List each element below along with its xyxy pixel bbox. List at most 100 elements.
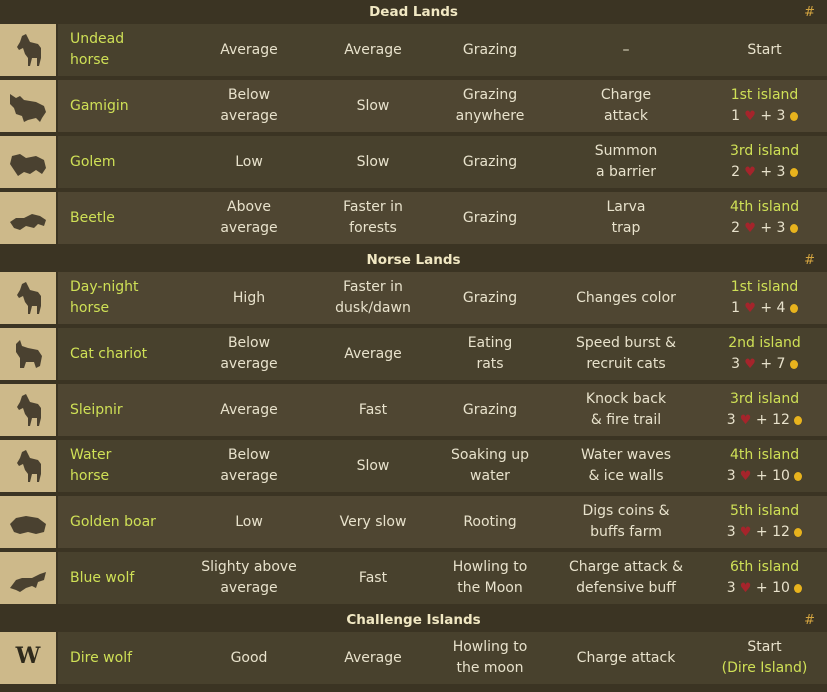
mount-name-line2: horse: [70, 468, 110, 484]
section-title-cell: Norse Lands #: [0, 248, 827, 272]
mount-eating-line1: Eating: [467, 335, 513, 351]
horse-icon: [0, 278, 56, 318]
mount-name[interactable]: Dire wolf: [58, 632, 182, 688]
mount-name[interactable]: Gamigin: [58, 80, 182, 136]
mount-name-line1: Beetle: [70, 209, 115, 226]
section-title: Challenge Islands: [346, 612, 481, 628]
mount-icon-cell: [0, 552, 58, 608]
mount-terrain-line1: Faster in: [343, 199, 403, 215]
table-row: Beetle Above average Faster in forests Grazin…: [0, 192, 827, 248]
table-row: Sleipnir Average Fast Grazing Knock back & fi…: [0, 384, 827, 440]
mount-name[interactable]: Undead horse: [58, 24, 182, 80]
coin-icon: [789, 304, 798, 313]
mount-name[interactable]: Blue wolf: [58, 552, 182, 608]
mount-speed-line1: Above: [227, 199, 271, 215]
mount-name[interactable]: Water horse: [58, 440, 182, 496]
mount-speed-line1: Low: [235, 153, 263, 170]
mount-name[interactable]: Cat chariot: [58, 328, 182, 384]
mount-ability-line1: –: [622, 41, 630, 58]
mount-icon-cell: [0, 496, 58, 552]
unlock-hearts-count: 3: [731, 356, 741, 372]
mount-unlock: 4th island 3 ♥ + 10: [702, 440, 827, 496]
section-anchor-link[interactable]: #: [804, 253, 815, 268]
mount-unlock: 3rd island 3 ♥ + 12: [702, 384, 827, 440]
mount-name[interactable]: Golem: [58, 136, 182, 192]
heart-icon: ♥: [735, 525, 752, 540]
unlock-coins-count: 10: [772, 468, 790, 484]
golem-icon: [0, 142, 56, 182]
cat-icon: [0, 334, 56, 374]
mount-icon-cell: W: [0, 632, 58, 688]
mount-name[interactable]: Day-night horse: [58, 272, 182, 328]
mount-ability-line2: recruit cats: [586, 356, 666, 372]
unlock-location: 1st island: [730, 279, 799, 295]
mount-terrain-line1: Very slow: [339, 513, 407, 530]
mount-eating: Rooting: [430, 496, 550, 552]
coin-icon: [794, 528, 803, 537]
coin-icon: [794, 416, 803, 425]
mount-eating: Grazing: [430, 24, 550, 80]
mount-name-line1: Day-night: [70, 279, 139, 295]
mount-terrain-line2: dusk/dawn: [335, 300, 411, 316]
table-row: Golden boar Low Very slow Rooting Digs coins…: [0, 496, 827, 552]
mount-terrain-line2: forests: [349, 220, 397, 236]
unlock-coins-count: 12: [772, 524, 790, 540]
unlock-island-link[interactable]: (Dire Island): [722, 660, 808, 676]
table-row: Day-night horse High Faster in dusk/dawn Graz…: [0, 272, 827, 328]
mount-terrain: Average: [316, 328, 430, 384]
mount-terrain: Average: [316, 24, 430, 80]
mount-speed-line1: Average: [220, 401, 278, 418]
section-header: Challenge Islands #: [0, 608, 827, 632]
mount-name-line1: Undead: [70, 31, 125, 47]
unlock-hearts-count: 3: [726, 524, 736, 540]
mounts-table: Dead Lands # Undead horse Average Average Graz…: [0, 0, 827, 688]
mount-speed-line1: Slighty above: [201, 559, 297, 575]
unlock-location: 2nd island: [728, 335, 801, 351]
table-row: Water horse Below average Slow Soaking up wate…: [0, 440, 827, 496]
unlock-coins-count: 3: [776, 164, 786, 180]
mount-terrain-line1: Slow: [356, 153, 390, 170]
mount-speed: Average: [182, 384, 316, 440]
heart-icon: ♥: [740, 165, 756, 180]
mount-unlock: 6th island 3 ♥ + 10: [702, 552, 827, 608]
mount-speed: Low: [182, 136, 316, 192]
mount-speed: Below average: [182, 328, 316, 384]
mount-name-line1: Sleipnir: [70, 401, 123, 418]
mount-ability: Digs coins & buffs farm: [550, 496, 702, 552]
horse-icon: [0, 390, 56, 430]
mount-ability-line1: Charge attack &: [569, 559, 683, 575]
coin-icon: [789, 168, 798, 177]
plus-sign: +: [755, 300, 777, 316]
mount-terrain: Slow: [316, 136, 430, 192]
coin-icon: [794, 584, 803, 593]
mount-eating: Grazing: [430, 272, 550, 328]
mount-icon-cell: [0, 192, 58, 248]
unlock-location: 5th island: [729, 503, 800, 519]
mount-eating-line1: Grazing: [462, 153, 518, 170]
mount-terrain-line1: Fast: [358, 569, 388, 586]
unlock-hearts-count: 2: [731, 164, 741, 180]
mount-ability: Changes color: [550, 272, 702, 328]
mount-unlock: Start: [702, 24, 827, 80]
mount-eating: Grazing: [430, 192, 550, 248]
horse-icon: [0, 446, 56, 486]
mount-ability-line1: Summon: [594, 143, 658, 159]
mount-name-line1: Water: [70, 447, 112, 463]
mount-name[interactable]: Sleipnir: [58, 384, 182, 440]
unlock-location: 6th island: [729, 559, 800, 575]
mount-name[interactable]: Golden boar: [58, 496, 182, 552]
mount-ability-line2: & ice walls: [588, 468, 664, 484]
table-row: Golem Low Slow Grazing Summon a barrier 3rd is…: [0, 136, 827, 192]
mount-speed-line2: average: [220, 108, 278, 124]
mount-speed-line1: Below: [227, 335, 271, 351]
mount-eating: Howling to the Moon: [430, 552, 550, 608]
mount-terrain-line1: Slow: [356, 457, 390, 474]
section-anchor-link[interactable]: #: [804, 5, 815, 20]
mount-speed-line1: Low: [235, 513, 263, 530]
section-anchor-link[interactable]: #: [804, 613, 815, 628]
mount-name[interactable]: Beetle: [58, 192, 182, 248]
mount-ability-line1: Charge: [600, 87, 652, 103]
unlock-hearts-count: 3: [726, 580, 736, 596]
mount-name-line1: Gamigin: [70, 97, 129, 114]
mount-speed: Below average: [182, 440, 316, 496]
